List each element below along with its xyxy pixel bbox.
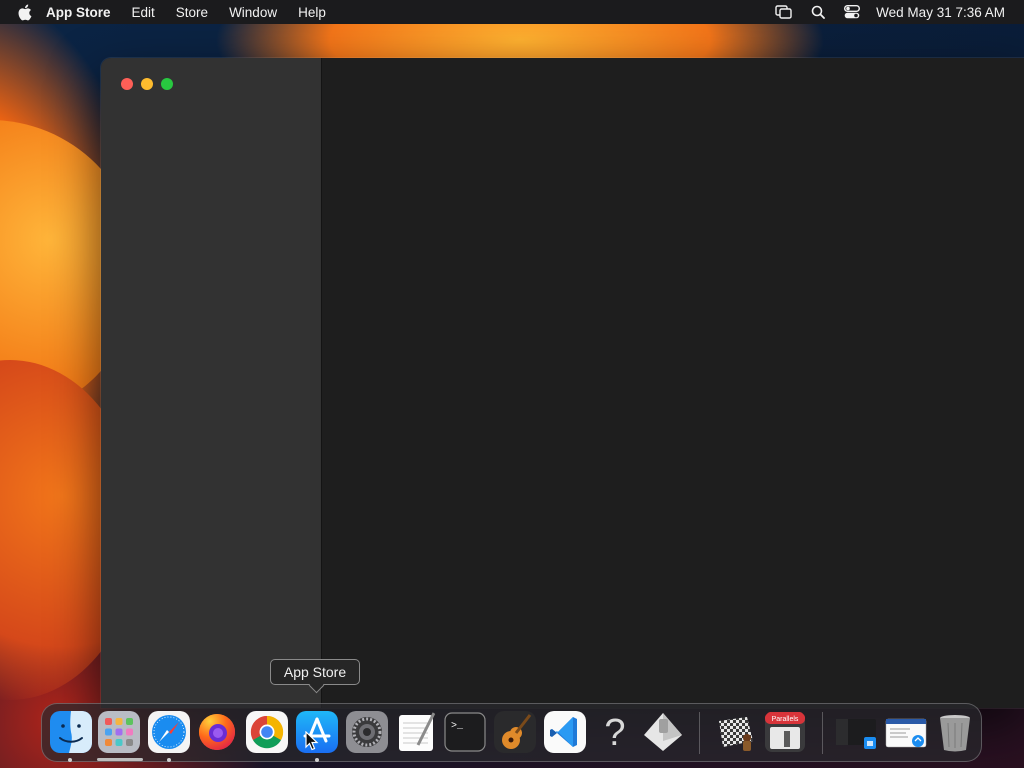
screen-mirroring-icon[interactable] — [774, 0, 794, 24]
chrome-icon[interactable] — [246, 711, 288, 753]
minimize-window-button[interactable] — [141, 78, 153, 90]
apple-icon[interactable] — [14, 0, 34, 24]
svg-text:?: ? — [604, 712, 625, 753]
window-sidebar — [101, 58, 322, 708]
firefox-icon[interactable] — [196, 711, 238, 753]
safari-icon[interactable] — [148, 711, 190, 753]
close-window-button[interactable] — [121, 78, 133, 90]
safari-running-indicator — [167, 758, 171, 762]
dock-tooltip: App Store — [270, 659, 360, 685]
parallels-icon[interactable]: Parallels — [764, 711, 806, 753]
minimized-window-icon[interactable] — [834, 711, 880, 753]
maximize-window-button[interactable] — [161, 78, 173, 90]
menu-bar: App Store Edit Store Window Help Wed May… — [0, 0, 1024, 24]
window-content-area — [322, 58, 1024, 708]
trash-icon[interactable] — [934, 711, 976, 753]
app-store-running-indicator — [315, 758, 319, 762]
spotlight-search-icon[interactable] — [808, 0, 828, 24]
vscode-icon[interactable] — [544, 711, 586, 753]
menu-app-name[interactable]: App Store — [46, 5, 111, 20]
menu-help[interactable]: Help — [298, 5, 326, 20]
launchpad-icon[interactable] — [98, 711, 140, 753]
textedit-icon[interactable] — [396, 711, 438, 753]
menu-store[interactable]: Store — [176, 5, 208, 20]
system-preferences-icon[interactable] — [346, 711, 388, 753]
app-store-window — [101, 58, 1024, 708]
mouse-cursor-icon — [305, 730, 319, 756]
downloads-stack-icon[interactable] — [884, 711, 928, 753]
finder-running-indicator — [68, 758, 72, 762]
launchpad-indicator — [97, 758, 143, 761]
dock: >_ ? Parallels — [41, 703, 982, 762]
terminal-icon[interactable]: >_ — [444, 711, 486, 753]
chess-icon[interactable] — [715, 711, 757, 753]
script-editor-icon[interactable] — [642, 711, 684, 753]
menu-clock[interactable]: Wed May 31 7:36 AM — [876, 5, 1005, 20]
help-icon[interactable]: ? — [594, 711, 636, 753]
menu-edit[interactable]: Edit — [132, 5, 155, 20]
garageband-icon[interactable] — [494, 711, 536, 753]
finder-icon[interactable] — [50, 711, 92, 753]
menu-window[interactable]: Window — [229, 5, 277, 20]
control-center-icon[interactable] — [842, 0, 862, 24]
traffic-lights — [121, 78, 173, 90]
svg-text:>_: >_ — [451, 721, 464, 732]
svg-text:Parallels: Parallels — [772, 716, 799, 723]
